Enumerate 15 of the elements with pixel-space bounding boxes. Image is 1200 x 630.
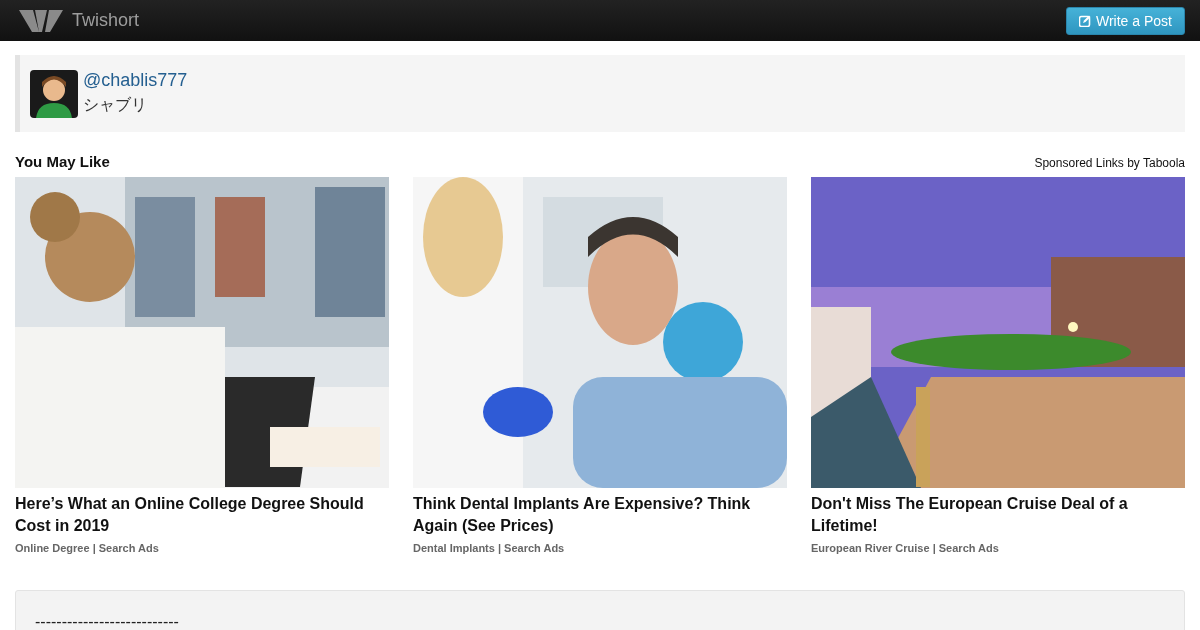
ad-source: Online Degree | Search Ads: [15, 542, 160, 554]
brand-name[interactable]: Twishort: [72, 10, 140, 31]
avatar-icon: [30, 70, 78, 118]
post-text: ---------------------------: [35, 613, 179, 630]
author-handle-link[interactable]: @chablis777: [83, 70, 188, 91]
edit-icon: [1079, 14, 1091, 27]
author-name: シャブリ: [83, 95, 148, 115]
sponsor-link[interactable]: Sponsored Links by Taboola: [1034, 156, 1185, 170]
ad-source: Dental Implants | Search Ads: [413, 542, 566, 554]
article-headline-link[interactable]: Think Dental Implants Are Expensive? Think Again (See Prices): [413, 493, 787, 537]
article-headline-link[interactable]: Here’s What an Online College Degree Should Cost in 2019: [15, 493, 389, 537]
logo-icon[interactable]: [19, 7, 63, 34]
ad-source: European River Cruise | Search Ads: [811, 542, 1000, 554]
article-headline-link[interactable]: Don't Miss The European Cruise Deal of a Lifetime!: [811, 493, 1185, 537]
section-title: You May Like: [15, 153, 110, 170]
